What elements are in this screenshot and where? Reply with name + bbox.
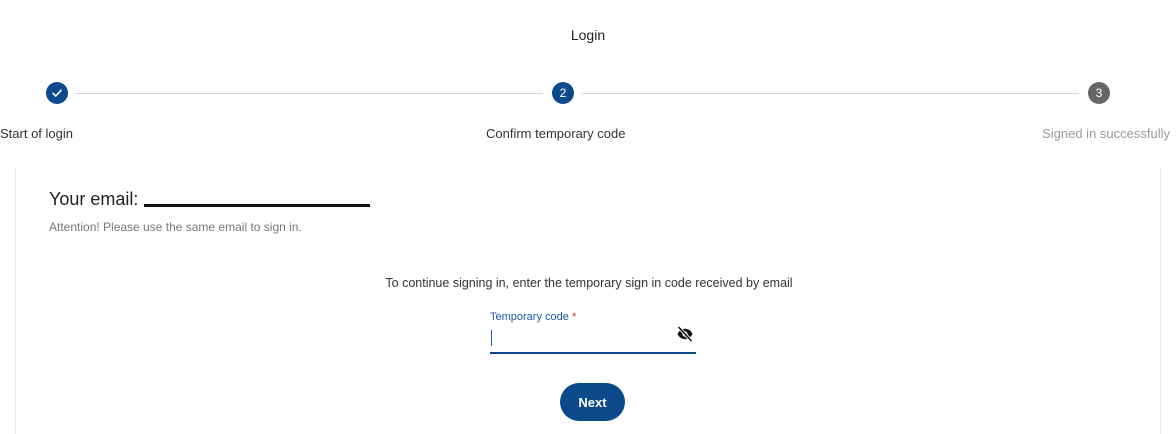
next-button[interactable]: Next: [560, 383, 625, 421]
check-icon: [52, 89, 62, 97]
instruction-text: To continue signing in, enter the tempor…: [385, 276, 793, 290]
step-1-label: Start of login: [0, 126, 73, 141]
email-redacted: [144, 204, 371, 207]
email-heading: Your email:: [49, 189, 371, 210]
login-page: Login 2 3 Start of login Confirm tempora…: [0, 0, 1176, 434]
temporary-code-label-text: Temporary code: [490, 311, 569, 323]
step-2-label: Confirm temporary code: [486, 126, 626, 141]
page-title: Login: [570, 27, 606, 43]
step-3-indicator: 3: [1088, 82, 1110, 104]
text-cursor: [491, 330, 492, 346]
temporary-code-input[interactable]: [490, 327, 660, 349]
login-card: Your email: Attention! Please use the sa…: [15, 168, 1161, 434]
step-1-indicator: [46, 82, 68, 104]
eye-off-icon[interactable]: [676, 325, 694, 343]
stepper-connector: [582, 93, 1079, 94]
step-3-label: Signed in successfully: [1042, 126, 1170, 141]
step-2-indicator: 2: [552, 82, 574, 104]
attention-text: Attention! Please use the same email to …: [49, 220, 302, 234]
email-label: Your email:: [49, 189, 139, 209]
required-mark: *: [571, 311, 577, 323]
temporary-code-label: Temporary code *: [490, 311, 576, 323]
stepper-connector: [75, 93, 543, 94]
temporary-code-field[interactable]: Temporary code *: [490, 308, 696, 354]
